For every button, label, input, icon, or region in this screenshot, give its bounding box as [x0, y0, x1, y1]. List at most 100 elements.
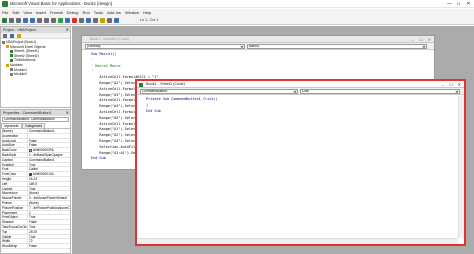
property-value[interactable]: False	[28, 244, 70, 248]
menu-run[interactable]: Run	[80, 9, 91, 16]
properties-object-combo[interactable]: CommandButton1 CommandButton	[2, 117, 69, 122]
object-combo[interactable]: (General) ▼	[85, 44, 245, 49]
maximize-icon[interactable]: ☐	[449, 81, 453, 88]
close-button[interactable]: ✕	[464, 0, 473, 8]
tree-item[interactable]: Module2	[2, 72, 69, 77]
close-icon[interactable]: ✕	[66, 27, 69, 32]
property-name: BackStyle	[1, 152, 28, 157]
property-value-text: 169.5	[29, 181, 37, 186]
property-value-text: True	[29, 186, 36, 191]
property-value[interactable]: &H8000000F&	[28, 148, 70, 152]
toolbar-button-icon[interactable]	[86, 18, 91, 23]
property-value-text: True	[29, 224, 36, 229]
tree-item-label: Microsoft Excel Objects	[10, 44, 46, 49]
property-row[interactable]: WordWrap False	[1, 244, 70, 249]
chevron-down-icon[interactable]: ▼	[293, 90, 297, 93]
chevron-down-icon[interactable]: ▼	[455, 90, 459, 93]
property-value[interactable]: CommandButton1	[28, 158, 70, 162]
horizontal-scrollbar[interactable]	[137, 238, 458, 244]
procedure-combo[interactable]: Macro1 ▼	[247, 44, 427, 49]
property-value[interactable]: 72	[28, 239, 70, 243]
property-value[interactable]: Calibri	[28, 167, 70, 171]
property-value[interactable]: True	[28, 215, 70, 219]
property-value[interactable]: 169.5	[28, 182, 70, 186]
property-value[interactable]: (None)	[28, 191, 70, 195]
property-value[interactable]: 0 - fmMousePointerDefault	[28, 196, 70, 200]
property-value[interactable]: True	[28, 225, 70, 229]
module1-window-titlebar: Book1 - Module1 (Code) – ☐ ✕	[82, 36, 434, 43]
toolbar-button-icon[interactable]	[93, 18, 98, 23]
property-value[interactable]: (None)	[28, 201, 70, 205]
minimize-icon[interactable]: –	[442, 81, 444, 88]
toggle-folders-icon[interactable]	[17, 34, 22, 38]
property-value[interactable]: 7 - fmPicturePositionAboveC	[28, 206, 70, 210]
toolbar-button-icon[interactable]	[65, 18, 70, 23]
property-value[interactable]: &H80000012&	[28, 172, 70, 176]
toolbar-button-icon[interactable]	[30, 18, 35, 23]
sheet1-code-editor[interactable]: Private Sub CommandButton1_Click() | End S…	[137, 95, 464, 114]
maximize-icon[interactable]: ☐	[419, 36, 423, 43]
close-icon[interactable]: ✕	[458, 81, 461, 88]
property-name: Caption	[1, 157, 28, 162]
color-swatch	[29, 148, 32, 152]
toolbar-button-icon[interactable]	[107, 18, 112, 23]
tab-alphabetic[interactable]: Alphabetic	[1, 123, 22, 128]
property-name: BackColor	[1, 148, 28, 152]
menu-insert[interactable]: Insert	[34, 9, 48, 16]
toolbar-button-icon[interactable]	[37, 18, 42, 23]
procedure-combo[interactable]: Click ▼	[300, 89, 460, 94]
menu-bar: File Edit View Insert Format Debug Run Tools Add…	[0, 9, 474, 16]
project-explorer-title: Project - VBAProject ✕	[1, 27, 70, 33]
property-value[interactable]: True	[28, 187, 70, 191]
menu-view[interactable]: View	[21, 9, 34, 16]
property-value[interactable]: 1 - fmBackStyleOpaque	[28, 153, 70, 157]
object-combo[interactable]: CommandButton1 ▼	[140, 89, 298, 94]
vba-app-icon	[2, 1, 8, 7]
property-value[interactable]: True	[28, 163, 70, 167]
toolbar-button-icon[interactable]	[51, 18, 56, 23]
menu-help[interactable]: Help	[141, 9, 153, 16]
menu-window[interactable]: Window	[123, 9, 141, 16]
property-value[interactable]: False	[28, 139, 70, 143]
toolbar-button-icon[interactable]	[9, 18, 14, 23]
view-object-icon[interactable]	[10, 34, 15, 38]
toolbar-button-icon[interactable]	[16, 18, 21, 23]
close-icon[interactable]: ✕	[428, 36, 431, 43]
tab-categorized[interactable]: Categorized	[21, 123, 46, 128]
vertical-scrollbar[interactable]	[458, 96, 464, 238]
property-value[interactable]: 24.23	[28, 177, 70, 181]
view-code-icon[interactable]	[3, 34, 7, 38]
chevron-down-icon[interactable]: ▼	[422, 45, 426, 48]
property-value[interactable]: CommandButton1	[28, 129, 70, 133]
minimize-button[interactable]: —	[445, 0, 454, 8]
property-value[interactable]: False	[28, 220, 70, 224]
toolbar-button-icon[interactable]	[44, 18, 49, 23]
property-value[interactable]: 29.25	[28, 230, 70, 234]
sheet1-code-window[interactable]: Book1 - Sheet1 (Code) – ☐ ✕ CommandButto…	[135, 79, 466, 246]
close-icon[interactable]: ✕	[66, 110, 69, 115]
menu-debug[interactable]: Debug	[65, 9, 81, 16]
chevron-down-icon[interactable]: ▼	[240, 45, 244, 48]
property-value-text: &H80000012&	[33, 172, 54, 176]
property-value[interactable]: False	[28, 143, 70, 147]
menu-format[interactable]: Format	[48, 9, 65, 16]
menu-file[interactable]: File	[0, 9, 10, 16]
toolbar-button-icon[interactable]	[100, 18, 105, 23]
maximize-button[interactable]: ☐	[454, 0, 463, 8]
property-value[interactable]	[28, 134, 70, 138]
property-value[interactable]: 2	[28, 211, 70, 215]
toolbar-button-icon[interactable]	[2, 18, 7, 23]
toolbar-button-icon[interactable]	[79, 18, 84, 23]
menu-edit[interactable]: Edit	[10, 9, 21, 16]
menu-add-ins[interactable]: Add-Ins	[105, 9, 123, 16]
toolbar-button-icon[interactable]	[72, 18, 77, 23]
toolbar-button-icon[interactable]	[114, 18, 119, 23]
property-name: Font	[1, 167, 28, 172]
toolbar-button-icon[interactable]	[23, 18, 28, 23]
menu-tools[interactable]: Tools	[92, 9, 105, 16]
property-name: Top	[1, 229, 28, 234]
toolbar-button-icon[interactable]	[58, 18, 63, 23]
minimize-icon[interactable]: –	[412, 36, 414, 43]
tree-item-label: Sheet1 (Sheet1)	[14, 49, 39, 54]
property-value[interactable]: True	[28, 235, 70, 239]
